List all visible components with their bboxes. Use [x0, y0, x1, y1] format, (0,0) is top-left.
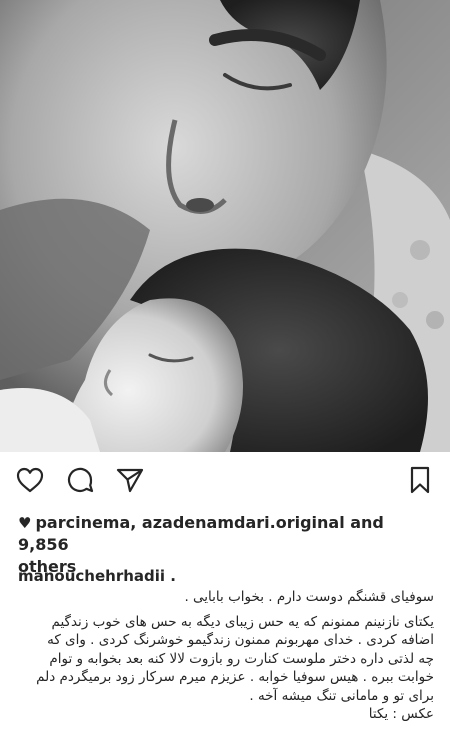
small-heart-icon: ♥: [18, 514, 32, 532]
likes-text-line1: parcinema, azadenamdari.original and 9,8…: [18, 513, 384, 554]
caption-line: برای تو و مامانی تنگ میشه آخه .: [249, 687, 434, 704]
post-photo[interactable]: [0, 0, 450, 452]
heart-outline-icon: [16, 467, 44, 493]
like-button[interactable]: [14, 464, 46, 496]
photo-illustration: [0, 0, 450, 452]
comment-button[interactable]: [64, 464, 96, 496]
bookmark-icon: [410, 466, 430, 494]
post-actions-bar: [0, 452, 450, 508]
caption-line: خوابت ببره . هیس سوفیا خوابه . عزیزم میر…: [36, 669, 434, 685]
post-author-username[interactable]: manouchehrhadii .: [18, 566, 176, 586]
caption-line: عکس : یکتا: [368, 706, 434, 722]
caption-line: چه لذتی داره دختر ملوست کنارت رو بازوت ل…: [49, 650, 434, 667]
comment-bubble-icon: [67, 467, 94, 493]
share-button[interactable]: [114, 464, 146, 496]
paper-plane-icon: [116, 468, 144, 493]
caption-line: یکتای نازنینم ممنونم که یه حس زیبای دیگه…: [51, 613, 434, 630]
save-button[interactable]: [404, 464, 436, 496]
post-caption: سوفیای قشنگم دوست دارم . بخواب بابایی . …: [14, 588, 434, 724]
caption-line: اضافه کردی . خدای مهربونم ممنون زندگیمو …: [47, 632, 434, 648]
caption-line: سوفیای قشنگم دوست دارم . بخواب بابایی .: [184, 589, 434, 605]
